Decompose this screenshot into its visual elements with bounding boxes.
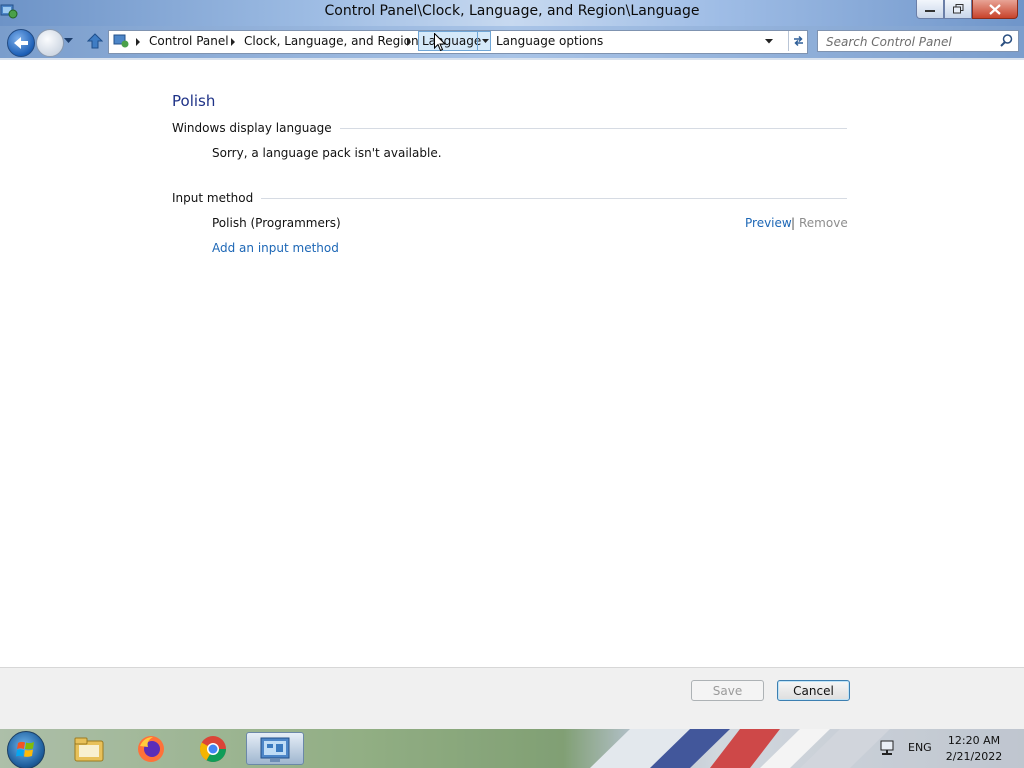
breadcrumb-language-dropdown[interactable] xyxy=(477,31,492,51)
navbar-divider xyxy=(0,58,1024,60)
section-divider xyxy=(172,198,847,199)
taskbar-firefox[interactable] xyxy=(132,732,170,765)
footer-bar: Save Cancel xyxy=(0,667,1024,730)
close-button[interactable] xyxy=(972,0,1018,19)
windows-logo-icon xyxy=(16,741,34,757)
link-separator: | xyxy=(791,216,796,230)
search-input[interactable] xyxy=(824,33,998,51)
search-box[interactable] xyxy=(817,30,1019,52)
network-icon[interactable] xyxy=(879,740,895,756)
window-title: Control Panel\Clock, Language, and Regio… xyxy=(324,3,700,19)
forward-button[interactable] xyxy=(36,29,64,57)
display-language-heading: Windows display language xyxy=(172,121,340,135)
chrome-icon xyxy=(199,735,227,762)
file-explorer-icon xyxy=(74,737,104,761)
minimize-icon xyxy=(925,10,935,12)
input-method-item: Polish (Programmers) xyxy=(212,216,341,230)
taskbar: ENG 12:20 AM 2/21/2022 xyxy=(0,729,1024,768)
refresh-icon xyxy=(793,35,803,47)
language-indicator[interactable]: ENG xyxy=(908,741,932,754)
clock-date: 2/21/2022 xyxy=(945,750,1003,763)
remove-link: Remove xyxy=(799,216,848,230)
navigation-bar: Control Panel Clock, Language, and Regio… xyxy=(0,26,1024,58)
breadcrumb-clock-language-region[interactable]: Clock, Language, and Region xyxy=(244,34,419,48)
control-panel-icon xyxy=(113,34,129,48)
back-arrow-icon xyxy=(14,37,28,49)
recent-pages-dropdown-icon[interactable] xyxy=(64,38,73,44)
search-icon[interactable] xyxy=(1000,34,1013,47)
breadcrumb-separator-icon[interactable] xyxy=(407,38,411,46)
control-panel-icon xyxy=(260,737,290,762)
back-button[interactable] xyxy=(7,29,35,57)
system-clock[interactable]: 12:20 AM 2/21/2022 xyxy=(944,733,1004,765)
restore-button[interactable] xyxy=(944,0,972,19)
taskbar-chrome[interactable] xyxy=(194,732,232,765)
close-icon xyxy=(989,3,1001,15)
start-button[interactable] xyxy=(7,731,45,768)
address-extra-text: Language options xyxy=(496,34,604,48)
preview-link[interactable]: Preview xyxy=(745,216,792,230)
taskbar-control-panel[interactable] xyxy=(246,732,304,765)
add-input-method-link[interactable]: Add an input method xyxy=(212,241,339,255)
breadcrumb-separator-icon[interactable] xyxy=(231,38,235,46)
minimize-button[interactable] xyxy=(916,0,944,19)
up-arrow-icon[interactable] xyxy=(87,33,103,49)
breadcrumb-separator-icon[interactable] xyxy=(136,38,140,46)
chevron-down-icon xyxy=(481,38,489,43)
clock-time: 12:20 AM xyxy=(947,734,1001,747)
save-button[interactable]: Save xyxy=(691,680,764,701)
breadcrumb-language-label: Language xyxy=(422,34,482,48)
address-dropdown-icon[interactable] xyxy=(765,39,773,44)
refresh-button[interactable] xyxy=(788,31,807,51)
cancel-button[interactable]: Cancel xyxy=(777,680,850,701)
input-method-heading: Input method xyxy=(172,191,262,205)
taskbar-file-explorer[interactable] xyxy=(70,732,108,765)
restore-icon xyxy=(952,4,963,14)
address-bar[interactable]: Control Panel Clock, Language, and Regio… xyxy=(108,30,808,54)
page-title: Polish xyxy=(172,92,216,110)
language-pack-message: Sorry, a language pack isn't available. xyxy=(212,146,442,160)
title-bar: Control Panel\Clock, Language, and Regio… xyxy=(0,0,1024,26)
firefox-icon xyxy=(138,735,164,762)
mouse-cursor-icon xyxy=(434,33,446,52)
breadcrumb-control-panel[interactable]: Control Panel xyxy=(149,34,229,48)
